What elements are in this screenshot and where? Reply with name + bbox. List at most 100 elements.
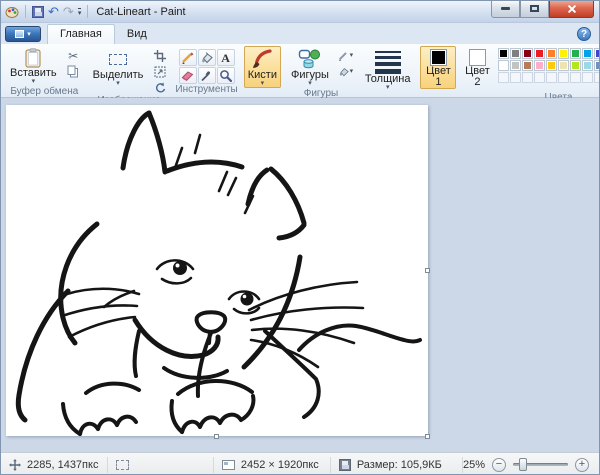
color2-label: Цвет 2 <box>463 66 491 88</box>
eraser-tool-button[interactable] <box>179 67 197 84</box>
maximize-button[interactable] <box>520 0 549 18</box>
undo-icon[interactable]: ↶ <box>48 5 59 18</box>
chevron-down-icon: ▾ <box>308 81 312 87</box>
zoom-in-button[interactable]: + <box>575 458 589 472</box>
palette-color[interactable] <box>534 48 545 59</box>
palette-color[interactable] <box>570 60 581 71</box>
ribbon-tab-row: ▾ Главная Вид ? <box>1 23 599 44</box>
chevron-down-icon: ▾ <box>386 85 390 91</box>
chevron-down-icon: ▾ <box>27 31 31 38</box>
palette-color[interactable] <box>522 60 533 71</box>
zoom-out-button[interactable]: − <box>492 458 506 472</box>
image-size-icon <box>222 460 235 470</box>
pencil-tool-button[interactable] <box>179 49 197 66</box>
group-colors: Цвет 1 Цвет 2 Изменение цветов Цвета <box>417 46 600 97</box>
rotate-button[interactable] <box>150 80 169 95</box>
workspace <box>1 98 599 452</box>
paint-menu-icon <box>15 30 24 38</box>
color2-button[interactable]: Цвет 2 <box>459 46 495 89</box>
shapes-button[interactable]: Фигуры ▾ <box>287 46 333 88</box>
palette-color[interactable] <box>498 48 509 59</box>
group-clipboard: Вставить ▾ ✂ Буфер обмена <box>3 46 86 97</box>
group-image: Выделить ▾ <box>86 46 173 97</box>
status-bar: 2285, 1437пкс 2452 × 1920пкс Размер: 105… <box>1 452 599 475</box>
zoom-level-value: 25% <box>463 459 485 471</box>
resize-button[interactable] <box>150 64 169 79</box>
group-label-clipboard: Буфер обмена <box>10 86 78 98</box>
fill-tool-button[interactable] <box>198 49 216 66</box>
palette-color[interactable] <box>582 60 593 71</box>
copy-button[interactable] <box>64 64 83 79</box>
app-icon[interactable] <box>5 5 19 19</box>
minimize-icon <box>501 7 510 10</box>
zoom-slider[interactable] <box>513 463 568 466</box>
outline-pencil-icon <box>338 50 349 61</box>
tab-home[interactable]: Главная <box>47 24 115 44</box>
palette-color[interactable] <box>582 48 593 59</box>
palette-color[interactable] <box>558 60 569 71</box>
qat-customize-icon[interactable]: ▾ <box>78 8 82 16</box>
palette-row <box>498 60 600 71</box>
palette-color[interactable] <box>522 48 533 59</box>
magnifier-tool-button[interactable] <box>217 67 235 84</box>
canvas-resize-handle-corner[interactable] <box>425 434 430 439</box>
maximize-icon <box>530 5 539 12</box>
shape-outline-button[interactable]: ▾ <box>336 48 355 63</box>
paste-button[interactable]: Вставить ▾ <box>6 46 61 86</box>
ribbon: Вставить ▾ ✂ Буфер обмена <box>1 44 599 98</box>
status-selection-size <box>108 457 214 473</box>
palette-color[interactable] <box>594 48 600 59</box>
text-tool-button[interactable]: A <box>217 49 235 66</box>
minimize-button[interactable] <box>491 0 520 18</box>
palette-empty-slot <box>510 72 521 83</box>
palette-color[interactable] <box>546 60 557 71</box>
palette-empty-slot <box>534 72 545 83</box>
palette-empty-slot <box>558 72 569 83</box>
pencil-icon <box>181 51 194 64</box>
select-button[interactable]: Выделить ▾ <box>89 46 148 88</box>
text-tool-icon: A <box>221 52 230 64</box>
tab-view[interactable]: Вид <box>115 25 159 44</box>
palette-color[interactable] <box>570 48 581 59</box>
group-tools: A <box>172 46 240 97</box>
brushes-button[interactable]: Кисти ▾ <box>244 46 281 88</box>
palette-color[interactable] <box>510 48 521 59</box>
scissors-icon: ✂ <box>68 50 78 62</box>
palette-color[interactable] <box>510 60 521 71</box>
help-icon[interactable]: ? <box>577 27 591 41</box>
palette-color[interactable] <box>546 48 557 59</box>
crop-button[interactable] <box>150 48 169 63</box>
cut-button[interactable]: ✂ <box>64 48 83 63</box>
status-file-size: Размер: 105,9КБ <box>331 457 463 473</box>
palette-empty-slot <box>546 72 557 83</box>
palette-empty-slot <box>570 72 581 83</box>
palette-color[interactable] <box>594 60 600 71</box>
cursor-position-icon <box>9 459 21 471</box>
save-icon[interactable] <box>32 6 44 18</box>
close-button[interactable] <box>549 0 594 18</box>
canvas-resize-handle-bottom[interactable] <box>214 434 219 439</box>
zoom-controls: 25% − + <box>463 458 599 472</box>
color-picker-tool-button[interactable] <box>198 67 216 84</box>
palette-color[interactable] <box>534 60 545 71</box>
file-size-icon <box>339 459 351 471</box>
palette-color[interactable] <box>558 48 569 59</box>
color1-button[interactable]: Цвет 1 <box>420 46 456 89</box>
canvas[interactable] <box>6 105 428 436</box>
color2-swatch <box>469 49 486 66</box>
canvas-resize-handle-right[interactable] <box>425 268 430 273</box>
eraser-icon <box>181 69 194 82</box>
quick-access-toolbar: ↶ ↷ ▾ <box>5 5 90 19</box>
palette-color[interactable] <box>498 60 509 71</box>
fill-bucket-icon <box>338 66 349 77</box>
eyedropper-icon <box>200 69 213 82</box>
title-bar: ↶ ↷ ▾ Cat-Lineart - Paint <box>1 1 599 23</box>
chevron-down-icon: ▾ <box>261 81 265 87</box>
rotate-icon <box>154 82 166 94</box>
size-button[interactable]: Толщина ▾ <box>361 46 415 92</box>
resize-icon <box>154 66 166 78</box>
paint-menu-button[interactable]: ▾ <box>5 26 41 42</box>
window-title: Cat-Lineart - Paint <box>96 6 185 18</box>
zoom-slider-thumb[interactable] <box>519 458 527 471</box>
shape-fill-button[interactable]: ▾ <box>336 64 355 79</box>
